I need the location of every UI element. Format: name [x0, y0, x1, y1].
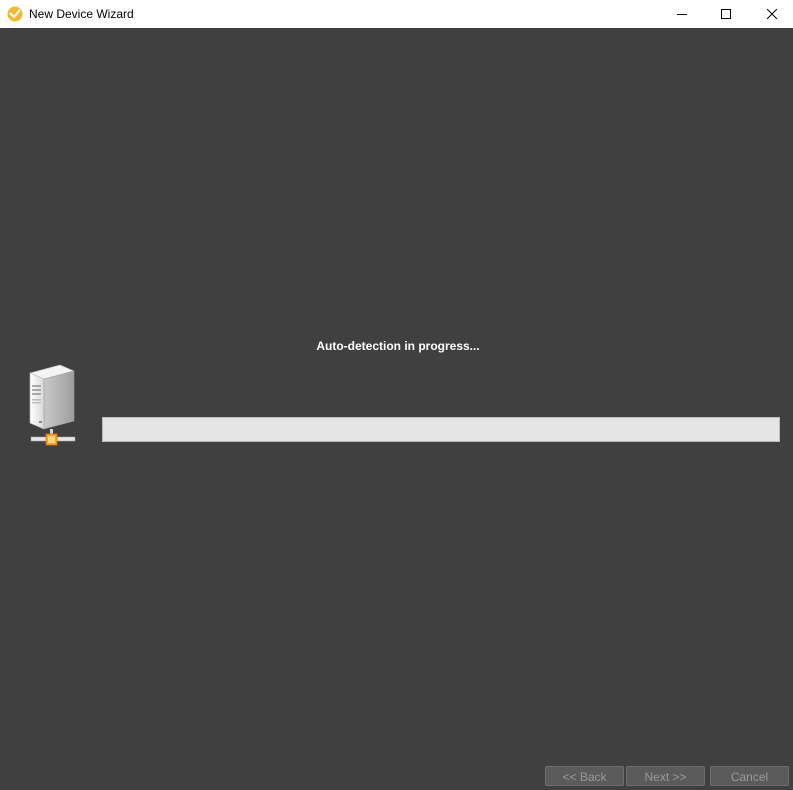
minimize-button[interactable] — [659, 0, 705, 28]
close-icon — [767, 9, 777, 19]
status-text: Auto-detection in progress... — [316, 339, 480, 353]
app-logo-icon — [7, 6, 23, 22]
close-button[interactable] — [749, 0, 793, 28]
cancel-button[interactable]: Cancel — [710, 766, 789, 786]
progress-bar — [102, 417, 780, 442]
maximize-button[interactable] — [703, 0, 749, 28]
maximize-icon — [721, 9, 731, 19]
window-title: New Device Wizard — [29, 7, 134, 21]
wizard-window: New Device Wizard Auto-detection in prog… — [0, 0, 793, 790]
minimize-icon — [677, 9, 687, 19]
next-button[interactable]: Next >> — [626, 766, 705, 786]
title-bar[interactable]: New Device Wizard — [0, 0, 793, 28]
network-server-icon — [24, 363, 82, 453]
wizard-content: Auto-detection in progress... << Back Ne… — [0, 28, 793, 790]
back-button[interactable]: << Back — [545, 766, 624, 786]
